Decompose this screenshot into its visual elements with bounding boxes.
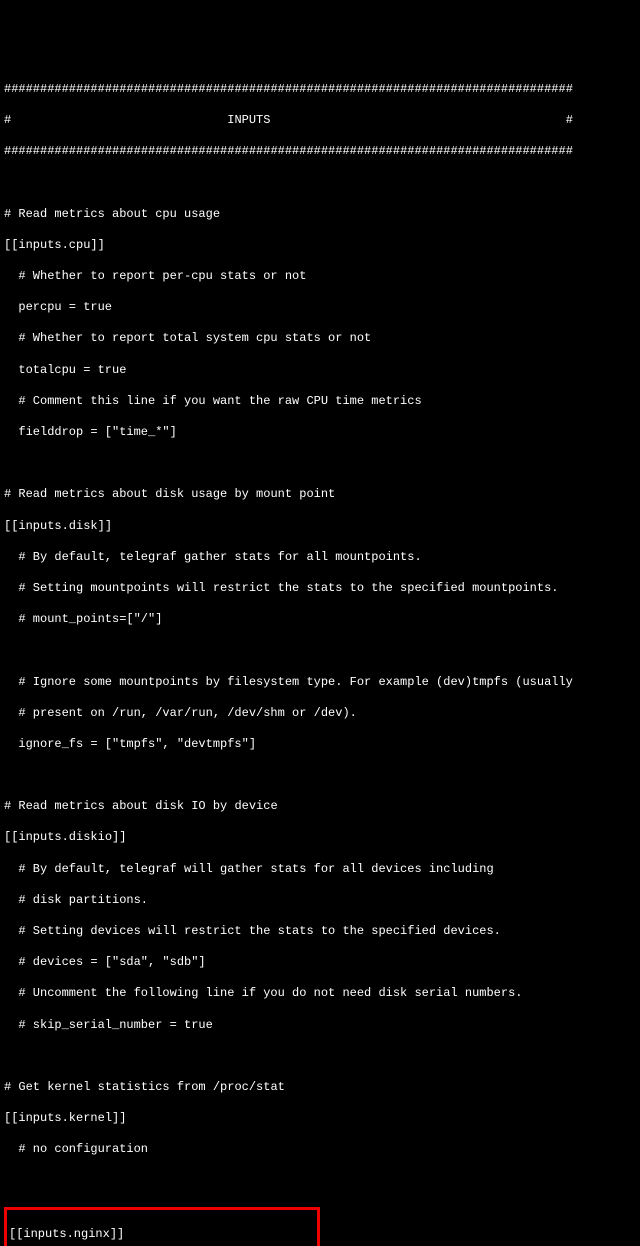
- disk-section: [[inputs.disk]]: [4, 519, 636, 535]
- disk-c3: # mount_points=["/"]: [4, 612, 636, 628]
- cpu-c1: # Whether to report per-cpu stats or not: [4, 269, 636, 285]
- kernel-comment: # Get kernel statistics from /proc/stat: [4, 1080, 636, 1096]
- diskio-c2: # disk partitions.: [4, 893, 636, 909]
- cpu-section: [[inputs.cpu]]: [4, 238, 636, 254]
- diskio-c6: # skip_serial_number = true: [4, 1018, 636, 1034]
- diskio-c4: # devices = ["sda", "sdb"]: [4, 955, 636, 971]
- header-title: # INPUTS #: [4, 113, 636, 129]
- cpu-totalcpu: totalcpu = true: [4, 363, 636, 379]
- header-bar: ########################################…: [4, 144, 636, 160]
- cpu-percpu: percpu = true: [4, 300, 636, 316]
- diskio-c1: # By default, telegraf will gather stats…: [4, 862, 636, 878]
- diskio-c5: # Uncomment the following line if you do…: [4, 986, 636, 1002]
- disk-c2: # Setting mountpoints will restrict the …: [4, 581, 636, 597]
- disk-ignorefs: ignore_fs = ["tmpfs", "devtmpfs"]: [4, 737, 636, 753]
- cpu-c3: # Comment this line if you want the raw …: [4, 394, 636, 410]
- diskio-comment: # Read metrics about disk IO by device: [4, 799, 636, 815]
- disk-c4: # Ignore some mountpoints by filesystem …: [4, 675, 636, 691]
- kernel-section: [[inputs.kernel]]: [4, 1111, 636, 1127]
- disk-c5: # present on /run, /var/run, /dev/shm or…: [4, 706, 636, 722]
- disk-comment: # Read metrics about disk usage by mount…: [4, 487, 636, 503]
- cpu-fielddrop: fielddrop = ["time_*"]: [4, 425, 636, 441]
- cpu-c2: # Whether to report total system cpu sta…: [4, 331, 636, 347]
- disk-c1: # By default, telegraf gather stats for …: [4, 550, 636, 566]
- header-bar: ########################################…: [4, 82, 636, 98]
- nginx-highlight-box: [[inputs.nginx]] urls = ["http://127.0.0…: [4, 1207, 320, 1246]
- cpu-comment: # Read metrics about cpu usage: [4, 207, 636, 223]
- nginx-section: [[inputs.nginx]]: [9, 1227, 311, 1243]
- kernel-c1: # no configuration: [4, 1142, 636, 1158]
- terminal-output: ########################################…: [4, 66, 636, 1246]
- diskio-c3: # Setting devices will restrict the stat…: [4, 924, 636, 940]
- diskio-section: [[inputs.diskio]]: [4, 830, 636, 846]
